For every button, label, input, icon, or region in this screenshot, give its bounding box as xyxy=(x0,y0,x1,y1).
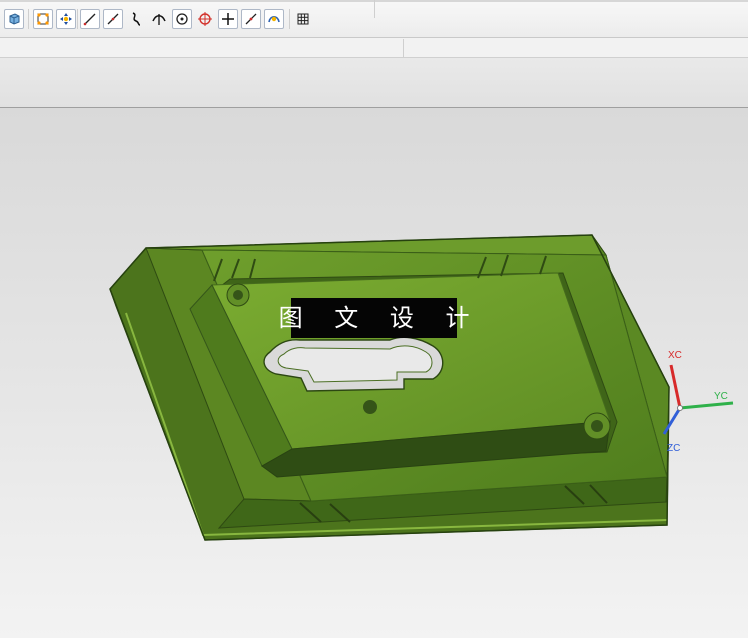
grid-icon[interactable] xyxy=(293,9,313,29)
circle-center-icon[interactable] xyxy=(172,9,192,29)
plus-icon-graphic xyxy=(222,13,234,25)
secondary-toolbar xyxy=(0,38,748,58)
cad-window: 图 文 设 计 XC YC ZC xyxy=(0,0,748,638)
snap-move-icon-graphic xyxy=(60,13,72,25)
intersection-icon[interactable] xyxy=(149,9,169,29)
origin-marker[interactable] xyxy=(677,405,683,411)
z-axis-label: ZC xyxy=(667,443,681,454)
arc-icon[interactable] xyxy=(264,9,284,29)
line-icon-graphic xyxy=(107,13,119,25)
ribbon-area xyxy=(0,58,748,108)
y-axis-label: YC xyxy=(714,391,728,402)
top-toolbar xyxy=(0,0,748,38)
toolbar-separator xyxy=(28,9,29,29)
toolbar-edge-divider xyxy=(374,0,375,18)
circle-center-icon-graphic xyxy=(176,13,188,25)
line-icon-graphic xyxy=(245,13,257,25)
spline-icon[interactable] xyxy=(126,9,146,29)
grid-icon-graphic xyxy=(297,13,309,25)
small-center-hole[interactable] xyxy=(363,400,377,414)
snap-end-icon[interactable] xyxy=(33,9,53,29)
snap-move-icon[interactable] xyxy=(56,9,76,29)
target-icon-graphic xyxy=(198,12,212,26)
plus-icon[interactable] xyxy=(218,9,238,29)
view-cube-icon[interactable] xyxy=(4,9,24,29)
view-cube-icon-graphic xyxy=(9,13,20,25)
cad-part[interactable] xyxy=(109,234,670,541)
line-icon-graphic xyxy=(83,13,96,26)
arc-icon-graphic xyxy=(268,15,280,23)
toolbar-separator xyxy=(289,9,290,29)
toolbar-separator xyxy=(77,9,78,29)
mounting-hole-right[interactable] xyxy=(591,420,603,432)
target-icon[interactable] xyxy=(195,9,215,29)
x-axis-line[interactable] xyxy=(669,364,682,409)
snap-end-icon-graphic xyxy=(37,13,49,25)
graphics-viewport[interactable]: 图 文 设 计 XC YC ZC xyxy=(0,108,748,638)
secondary-toolbar-divider xyxy=(403,39,404,57)
y-axis-line[interactable] xyxy=(679,401,734,410)
watermark-label: 图 文 设 计 xyxy=(279,298,469,338)
x-axis-label: XC xyxy=(668,350,682,361)
line-icon[interactable] xyxy=(80,9,100,29)
spline-icon-graphic xyxy=(132,12,141,26)
watermark-text: 图 文 设 计 xyxy=(278,304,482,332)
intersection-icon-graphic xyxy=(152,14,166,25)
line-icon[interactable] xyxy=(103,9,123,29)
mounting-hole-left[interactable] xyxy=(233,290,243,300)
cad-model-view[interactable] xyxy=(0,108,748,638)
line-icon[interactable] xyxy=(241,9,261,29)
